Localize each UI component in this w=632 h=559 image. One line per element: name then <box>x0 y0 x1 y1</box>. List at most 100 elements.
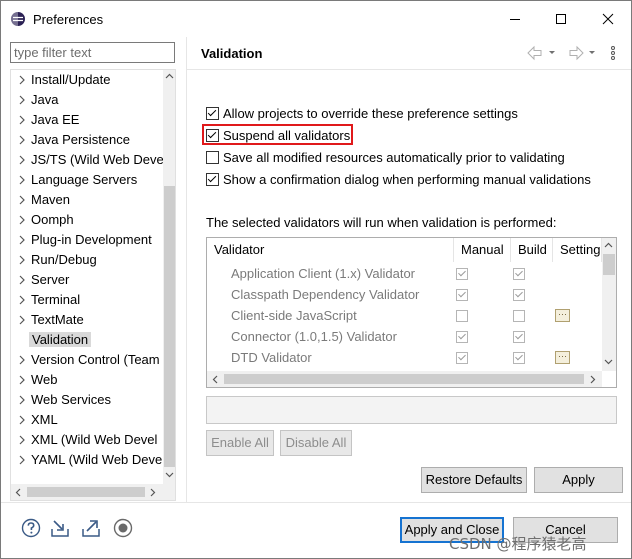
column-header-settings[interactable]: Setting <box>553 238 602 262</box>
chevron-right-icon[interactable] <box>17 194 27 206</box>
manual-checkbox[interactable] <box>456 310 468 322</box>
tree-horizontal-scrollbar[interactable] <box>11 484 163 500</box>
table-row[interactable]: Connector (1.0,1.5) Validator <box>207 327 602 348</box>
chevron-right-icon[interactable] <box>17 274 27 286</box>
column-header-manual[interactable]: Manual <box>454 238 511 262</box>
chevron-right-icon[interactable] <box>17 74 27 86</box>
close-button[interactable] <box>585 1 631 37</box>
tree-item[interactable]: XML (Wild Web Devel <box>11 430 163 450</box>
option-checkbox[interactable]: Allow projects to override these prefere… <box>206 104 518 122</box>
chevron-right-icon[interactable] <box>17 314 27 326</box>
scroll-down-icon[interactable] <box>604 359 613 365</box>
pane-divider[interactable] <box>186 37 187 502</box>
back-dropdown-icon[interactable] <box>549 51 555 54</box>
chevron-right-icon[interactable] <box>17 254 27 266</box>
tree-item[interactable]: Web Services <box>11 390 163 410</box>
scroll-up-icon[interactable] <box>604 242 613 248</box>
build-checkbox[interactable] <box>513 310 525 322</box>
enable-all-button[interactable]: Enable All <box>206 430 274 456</box>
tree-item[interactable]: JS/TS (Wild Web Deve <box>11 150 163 170</box>
tree-item[interactable]: Oomph <box>11 210 163 230</box>
option-checkbox[interactable]: Show a confirmation dialog when performi… <box>206 170 591 188</box>
chevron-right-icon[interactable] <box>17 374 27 386</box>
tree-item[interactable]: Validation <box>11 330 163 350</box>
settings-ellipsis-button[interactable]: ··· <box>555 351 570 364</box>
back-arrow-icon[interactable] <box>527 45 542 61</box>
tree-hscroll-thumb[interactable] <box>27 487 145 497</box>
chevron-right-icon[interactable] <box>17 94 27 106</box>
apply-button[interactable]: Apply <box>534 467 623 493</box>
tree-scroll-thumb[interactable] <box>164 186 175 467</box>
table-vertical-scrollbar[interactable] <box>602 238 616 371</box>
column-header-validator[interactable]: Validator <box>207 238 454 262</box>
maximize-button[interactable] <box>538 1 584 37</box>
table-scroll-thumb[interactable] <box>603 254 615 275</box>
chevron-right-icon[interactable] <box>17 394 27 406</box>
scroll-left-icon[interactable] <box>212 375 218 384</box>
forward-arrow-icon[interactable] <box>569 45 584 61</box>
tree-item[interactable]: TextMate <box>11 310 163 330</box>
export-icon[interactable] <box>81 518 101 538</box>
tree-item[interactable]: Java Persistence <box>11 130 163 150</box>
forward-dropdown-icon[interactable] <box>589 51 595 54</box>
scroll-down-icon[interactable] <box>165 472 174 478</box>
tree-item[interactable]: Plug-in Development <box>11 230 163 250</box>
build-checkbox[interactable] <box>513 289 525 301</box>
checkbox-unchecked[interactable] <box>206 150 219 164</box>
manual-checkbox[interactable] <box>456 268 468 280</box>
build-checkbox[interactable] <box>513 352 525 364</box>
checkbox-checked[interactable] <box>206 106 219 120</box>
table-horizontal-scrollbar[interactable] <box>207 371 602 387</box>
scroll-right-icon[interactable] <box>150 488 156 497</box>
minimize-button[interactable] <box>492 1 538 37</box>
tree-item[interactable]: Web <box>11 370 163 390</box>
settings-ellipsis-button[interactable]: ··· <box>555 309 570 322</box>
table-row[interactable]: Application Client (1.x) Validator <box>207 264 602 285</box>
table-row[interactable]: Classpath Dependency Validator <box>207 285 602 306</box>
tree-item[interactable]: Install/Update <box>11 70 163 90</box>
chevron-right-icon[interactable] <box>17 414 27 426</box>
import-icon[interactable] <box>50 518 70 538</box>
help-icon[interactable] <box>21 518 41 538</box>
chevron-right-icon[interactable] <box>17 354 27 366</box>
view-menu-icon[interactable] <box>611 46 615 60</box>
option-checkbox[interactable]: Save all modified resources automaticall… <box>206 148 565 166</box>
tree-item[interactable]: Terminal <box>11 290 163 310</box>
chevron-right-icon[interactable] <box>17 134 27 146</box>
tree-item[interactable]: Server <box>11 270 163 290</box>
manual-checkbox[interactable] <box>456 289 468 301</box>
record-icon[interactable] <box>113 518 133 538</box>
scroll-left-icon[interactable] <box>15 488 21 497</box>
chevron-right-icon[interactable] <box>17 214 27 226</box>
tree-item[interactable]: Run/Debug <box>11 250 163 270</box>
tree-item[interactable]: Language Servers <box>11 170 163 190</box>
tree-item[interactable]: YAML (Wild Web Deve <box>11 450 163 470</box>
chevron-right-icon[interactable] <box>17 154 27 166</box>
chevron-right-icon[interactable] <box>17 114 27 126</box>
table-row[interactable]: Client-side JavaScript ··· <box>207 306 602 327</box>
manual-checkbox[interactable] <box>456 331 468 343</box>
tree-item[interactable]: XML <box>11 410 163 430</box>
build-checkbox[interactable] <box>513 331 525 343</box>
table-row[interactable]: DTD Validator ··· <box>207 348 602 369</box>
manual-checkbox[interactable] <box>456 352 468 364</box>
checkbox-checked[interactable] <box>206 172 219 186</box>
table-hscroll-thumb[interactable] <box>224 374 584 384</box>
column-header-build[interactable]: Build <box>511 238 553 262</box>
tree-item[interactable]: Version Control (Team <box>11 350 163 370</box>
scroll-up-icon[interactable] <box>165 73 174 79</box>
tree-item[interactable]: Maven <box>11 190 163 210</box>
chevron-right-icon[interactable] <box>17 174 27 186</box>
chevron-right-icon[interactable] <box>17 294 27 306</box>
filter-input[interactable] <box>14 44 164 61</box>
disable-all-button[interactable]: Disable All <box>280 430 352 456</box>
restore-defaults-button[interactable]: Restore Defaults <box>421 467 527 493</box>
chevron-right-icon[interactable] <box>17 454 27 466</box>
chevron-right-icon[interactable] <box>17 234 27 246</box>
build-checkbox[interactable] <box>513 268 525 280</box>
tree-item[interactable]: Java <box>11 90 163 110</box>
tree-vertical-scrollbar[interactable] <box>163 70 175 484</box>
chevron-right-icon[interactable] <box>17 434 27 446</box>
scroll-right-icon[interactable] <box>590 375 596 384</box>
tree-item[interactable]: Java EE <box>11 110 163 130</box>
